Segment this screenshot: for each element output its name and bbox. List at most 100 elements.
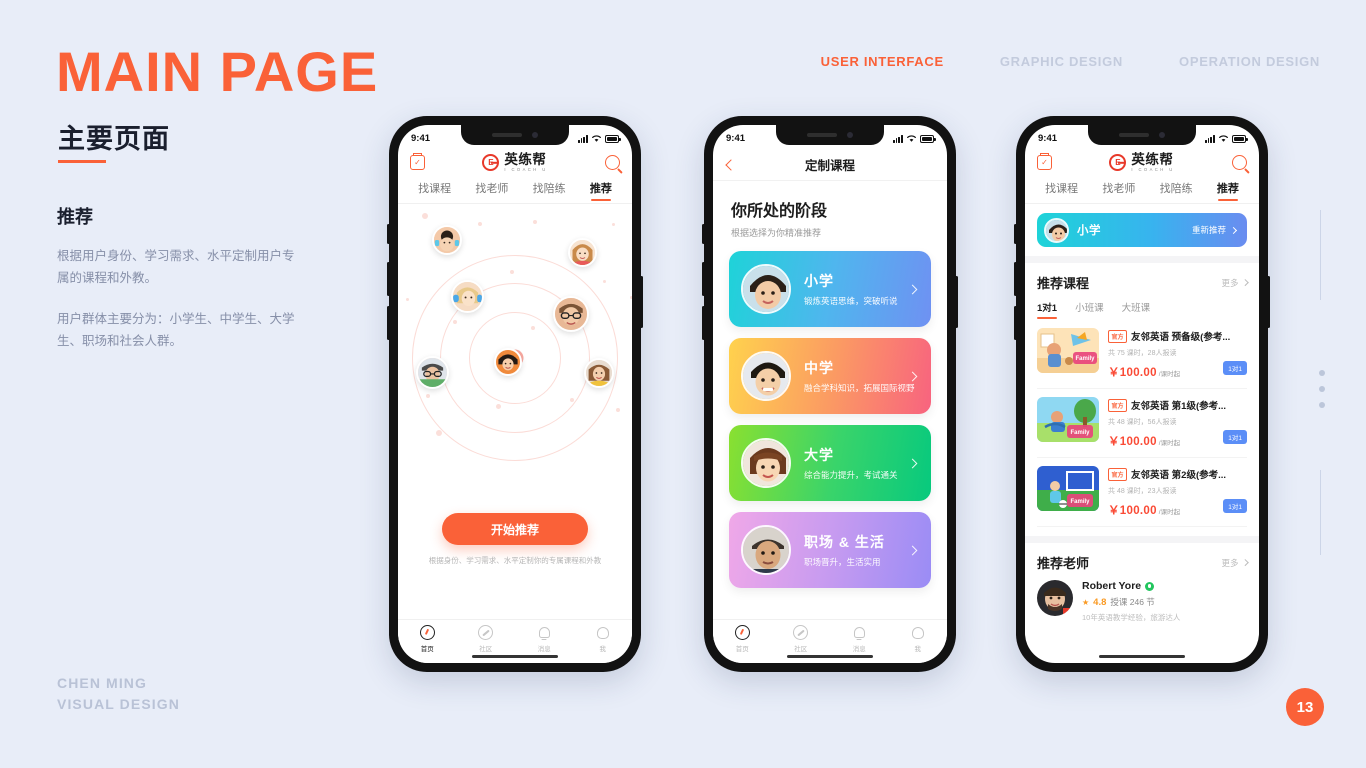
course-type-tag: 1对1 (1223, 499, 1247, 514)
signal-icon (1204, 134, 1215, 143)
stage-card-career[interactable]: 职场 & 生活 职场晋升，生活实用 (729, 512, 931, 588)
re-recommend-button[interactable]: 重新推荐 (1192, 224, 1238, 236)
course-row[interactable]: Family 官方 友邻英语 第2级(参考... 共 48 课时，23人报读 ￥… (1037, 458, 1247, 528)
top-navigation: USER INTERFACE GRAPHIC DESIGN OPERATION … (821, 54, 1320, 69)
course-tab-small-class[interactable]: 小班课 (1075, 300, 1104, 320)
tab-recommend[interactable]: 推荐 (590, 180, 612, 203)
phone-mockup-3: 9:41 E 英练帮 I COACH U (1014, 116, 1270, 672)
avatar-bubble (568, 238, 597, 268)
stage-desc: 锻炼英语思维，突破听说 (804, 296, 898, 306)
star-icon: ★ (1082, 597, 1090, 607)
volume-up-button (1014, 262, 1017, 296)
stage-list: 小学 锻炼英语思维，突破听说 中学 融合学科知识，拓展国际视野 大学 综合能力提… (713, 243, 947, 588)
chevron-right-icon (1241, 559, 1248, 566)
wifi-icon (592, 134, 601, 142)
person-icon (910, 625, 925, 640)
battery-icon (920, 135, 936, 143)
person-icon (595, 625, 610, 640)
bell-icon (537, 625, 552, 640)
brand-name: 英练帮 (1131, 152, 1174, 167)
description-paragraph-1: 根据用户身份、学习需求、水平定制用户专属的课程和外教。 (57, 249, 295, 285)
signal-icon (577, 134, 588, 143)
course-row[interactable]: Family 官方 友邻英语 第1级(参考... 共 48 课时，56人报读 ￥… (1037, 389, 1247, 459)
official-badge: 官方 (1108, 329, 1128, 343)
bottom-nav-community[interactable]: 社区 (478, 625, 494, 653)
course-type-tag: 1对1 (1223, 361, 1247, 376)
bottom-nav-messages[interactable]: 消息 (537, 625, 552, 653)
teachers-section-header: 推荐老师 更多 (1025, 543, 1259, 572)
stage-card-primary[interactable]: 小学 锻炼英语思维，突破听说 (729, 251, 931, 327)
tab-find-course[interactable]: 找课程 (418, 180, 451, 203)
tab-find-teacher[interactable]: 找老师 (1102, 180, 1135, 203)
stage-avatar (741, 438, 791, 488)
bottom-nav-profile[interactable]: 我 (595, 625, 610, 653)
official-badge: 官方 (1108, 467, 1128, 481)
course-type-tabs: 1对1 小班课 大班课 (1025, 292, 1259, 320)
bottom-nav-profile[interactable]: 我 (910, 625, 925, 653)
tab-find-teacher[interactable]: 找老师 (475, 180, 508, 203)
chevron-right-icon (907, 458, 918, 468)
slide-progress-dots[interactable] (1319, 370, 1325, 408)
course-meta: 共 75 课时，28人报读 (1108, 350, 1177, 358)
course-tab-large-class[interactable]: 大班课 (1122, 300, 1151, 320)
bottom-nav-profile-label: 我 (599, 646, 607, 653)
official-badge: 官方 (1108, 398, 1128, 412)
search-icon[interactable] (1232, 155, 1247, 171)
tab-find-partner[interactable]: 找陪练 (1160, 180, 1193, 203)
nav-item-user-interface[interactable]: USER INTERFACE (821, 54, 944, 69)
tab-find-partner[interactable]: 找陪练 (533, 180, 566, 203)
courses-more-link[interactable]: 更多 (1221, 277, 1248, 289)
course-price: ￥100.00 (1108, 436, 1157, 449)
mute-switch (1014, 224, 1017, 244)
avatar-bubble (432, 225, 462, 256)
stage-avatar (741, 264, 791, 314)
nav-item-operation-design[interactable]: OPERATION DESIGN (1179, 54, 1320, 69)
page-title: MAIN PAGE (56, 40, 379, 103)
phone-mockup-1: 9:41 E 英练帮 I COACH U (387, 116, 643, 672)
tab-recommend[interactable]: 推荐 (1217, 180, 1239, 203)
bottom-nav-home[interactable]: 首页 (734, 625, 750, 653)
bottom-nav-messages[interactable]: 消息 (852, 625, 867, 653)
stage-banner-avatar (1044, 217, 1069, 243)
stage-card-university[interactable]: 大学 综合能力提升，考试通关 (729, 425, 931, 501)
camera-icon (532, 132, 538, 138)
status-icons (892, 134, 936, 143)
nav-item-graphic-design[interactable]: GRAPHIC DESIGN (1000, 54, 1123, 69)
stage-title: 职场 & 生活 (804, 534, 885, 550)
bottom-nav-home-label: 首页 (420, 646, 434, 653)
status-icons (577, 134, 621, 143)
course-tab-one-on-one[interactable]: 1对1 (1037, 300, 1058, 320)
volume-down-button (387, 306, 390, 340)
app-header: E 英练帮 I COACH U (398, 149, 632, 178)
stage-banner[interactable]: 小学 重新推荐 (1037, 213, 1247, 248)
svg-text:Family: Family (1070, 430, 1090, 436)
avatar-bubble (494, 348, 522, 377)
mute-switch (387, 224, 390, 244)
course-thumbnail: Family (1037, 328, 1099, 374)
battery-icon (605, 135, 621, 143)
stage-card-middle[interactable]: 中学 融合学科知识，拓展国际视野 (729, 338, 931, 414)
teacher-avatar (1037, 580, 1073, 617)
start-recommend-button[interactable]: 开始推荐 (442, 513, 588, 545)
avatar-bubble (584, 358, 614, 389)
teachers-more-link[interactable]: 更多 (1221, 557, 1248, 569)
bottom-nav-home[interactable]: 首页 (419, 625, 435, 653)
wifi-icon (1219, 134, 1228, 142)
calendar-check-icon[interactable] (1037, 153, 1052, 171)
teachers-more-label: 更多 (1221, 557, 1239, 568)
calendar-check-icon[interactable] (410, 153, 425, 171)
search-icon[interactable] (605, 155, 620, 171)
back-icon[interactable] (725, 158, 737, 171)
course-row[interactable]: Family 官方 友邻英语 预备级(参考... 共 75 课时，28人报读 ￥… (1037, 320, 1247, 390)
teacher-row[interactable]: Robert Yore ★ 4.8 授课 246 节 10年英语教学经验，旅游达… (1025, 572, 1259, 623)
logo-mark-icon: E (482, 154, 500, 172)
battery-icon (1232, 135, 1248, 143)
teacher-rating: 4.8 (1093, 596, 1107, 608)
tab-find-course[interactable]: 找课程 (1045, 180, 1078, 203)
signal-icon (892, 134, 903, 143)
course-thumbnail: Family (1037, 466, 1099, 512)
status-time: 9:41 (411, 132, 431, 144)
stage-title: 小学 (804, 273, 834, 289)
bottom-nav-community[interactable]: 社区 (793, 625, 809, 653)
screen-custom-course: 9:41 定制课程 你所处的阶段 根据选择为你精准推荐 小学 锻炼英语思维，突破… (713, 125, 947, 663)
